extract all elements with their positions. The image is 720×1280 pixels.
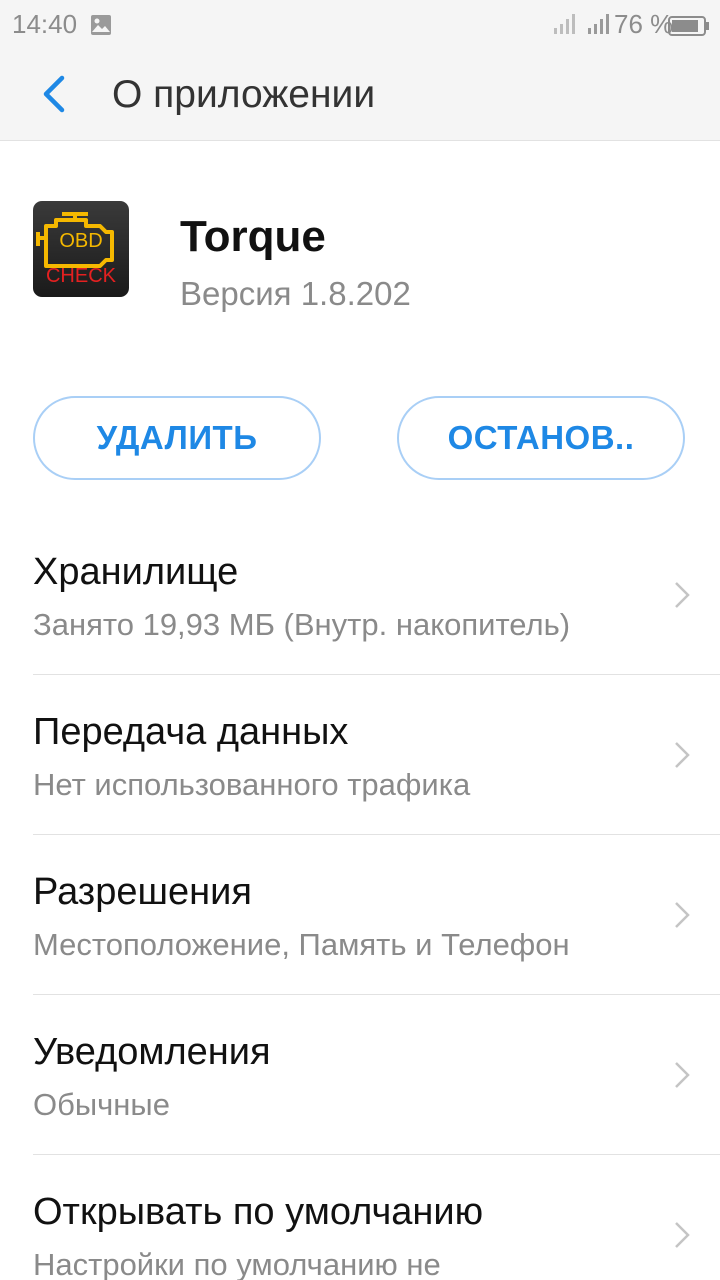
app-info-screen: 14:40 76 % О приложении OBD CHECK Torque… xyxy=(0,0,720,1280)
item-title: Уведомления xyxy=(33,1031,271,1073)
item-title: Передача данных xyxy=(33,711,349,753)
status-bar: 14:40 76 % xyxy=(0,0,720,50)
chevron-right-icon xyxy=(672,579,692,611)
uninstall-button[interactable]: УДАЛИТЬ xyxy=(33,396,321,480)
list-item-storage[interactable]: Хранилище Занято 19,93 МБ (Внутр. накопи… xyxy=(0,515,720,675)
chevron-right-icon xyxy=(672,899,692,931)
app-bar: О приложении xyxy=(0,50,720,141)
battery-percent: 76 % xyxy=(614,9,674,39)
signal-icon xyxy=(552,12,576,36)
page-title: О приложении xyxy=(112,73,376,116)
app-name: Torque xyxy=(180,212,326,261)
icon-label-bottom: CHECK xyxy=(46,265,117,287)
item-subtitle: Настройки по умолчанию не xyxy=(33,1247,441,1280)
app-version: Версия 1.8.202 xyxy=(180,275,411,312)
app-icon: OBD CHECK xyxy=(32,200,130,298)
item-subtitle: Занято 19,93 МБ (Внутр. накопитель) xyxy=(33,607,571,642)
item-subtitle: Нет использованного трафика xyxy=(33,767,471,802)
status-time: 14:40 xyxy=(12,9,78,39)
force-stop-button[interactable]: ОСТАНОВ.. xyxy=(397,396,685,480)
list-item-notifications[interactable]: Уведомления Обычные xyxy=(0,995,720,1155)
signal-icon xyxy=(586,12,610,36)
list-item-open-by-default[interactable]: Открывать по умолчанию Настройки по умол… xyxy=(0,1155,720,1280)
icon-label-top: OBD xyxy=(59,230,102,252)
chevron-right-icon xyxy=(672,739,692,771)
chevron-right-icon xyxy=(672,1059,692,1091)
list-item-data-usage[interactable]: Передача данных Нет использованного траф… xyxy=(0,675,720,835)
back-button[interactable] xyxy=(26,68,82,124)
item-subtitle: Обычные xyxy=(33,1087,170,1122)
item-title: Хранилище xyxy=(33,551,239,593)
item-subtitle: Местоположение, Память и Телефон xyxy=(33,927,570,962)
gallery-icon xyxy=(90,12,112,35)
chevron-right-icon xyxy=(672,1219,692,1251)
chevron-left-icon xyxy=(40,74,68,119)
list-item-permissions[interactable]: Разрешения Местоположение, Память и Теле… xyxy=(0,835,720,995)
battery-icon xyxy=(668,13,710,36)
item-title: Разрешения xyxy=(33,871,252,913)
item-title: Открывать по умолчанию xyxy=(33,1191,484,1233)
